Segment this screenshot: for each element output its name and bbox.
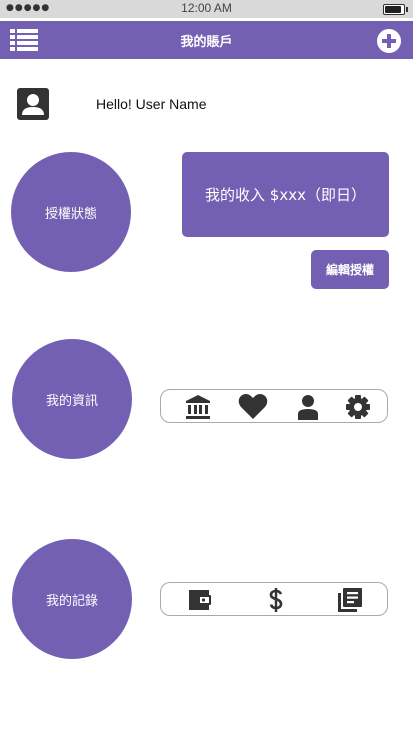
bank-icon xyxy=(186,395,210,419)
heart-icon xyxy=(238,394,268,419)
avatar[interactable] xyxy=(17,88,49,120)
profile-button[interactable] xyxy=(295,394,321,420)
plus-circle-icon xyxy=(377,29,401,53)
favorites-button[interactable] xyxy=(238,394,268,420)
info-icon-bar xyxy=(160,389,388,423)
income-card: 我的收入 $xxx（即日） xyxy=(182,152,389,237)
user-contact-icon xyxy=(17,88,49,120)
my-info-button[interactable]: 我的資訊 xyxy=(12,339,132,459)
wallet-button[interactable] xyxy=(187,587,213,613)
records-icon-bar xyxy=(160,582,388,616)
auth-status-button[interactable]: 授權狀態 xyxy=(11,152,131,272)
edit-auth-button[interactable]: 編輯授權 xyxy=(311,250,389,289)
my-records-button[interactable]: 我的記錄 xyxy=(12,539,132,659)
greeting-text: Hello! User Name xyxy=(96,96,207,112)
status-bar: ●●●●● 12:00 AM xyxy=(0,0,413,18)
add-button[interactable] xyxy=(377,29,401,53)
wallet-icon xyxy=(189,590,211,610)
page-title: 我的賬戶 xyxy=(180,35,233,50)
battery-icon xyxy=(383,4,408,15)
gear-icon xyxy=(346,395,370,419)
library-books-icon xyxy=(338,588,362,612)
dollar-button[interactable] xyxy=(263,587,289,613)
records-list-button[interactable] xyxy=(337,587,363,613)
person-icon xyxy=(298,395,318,420)
nav-bar: 我的賬戶 xyxy=(0,21,413,59)
status-time: 12:00 AM xyxy=(181,1,232,15)
dollar-icon xyxy=(269,588,283,612)
settings-button[interactable] xyxy=(345,394,371,420)
bank-button[interactable] xyxy=(185,394,211,420)
